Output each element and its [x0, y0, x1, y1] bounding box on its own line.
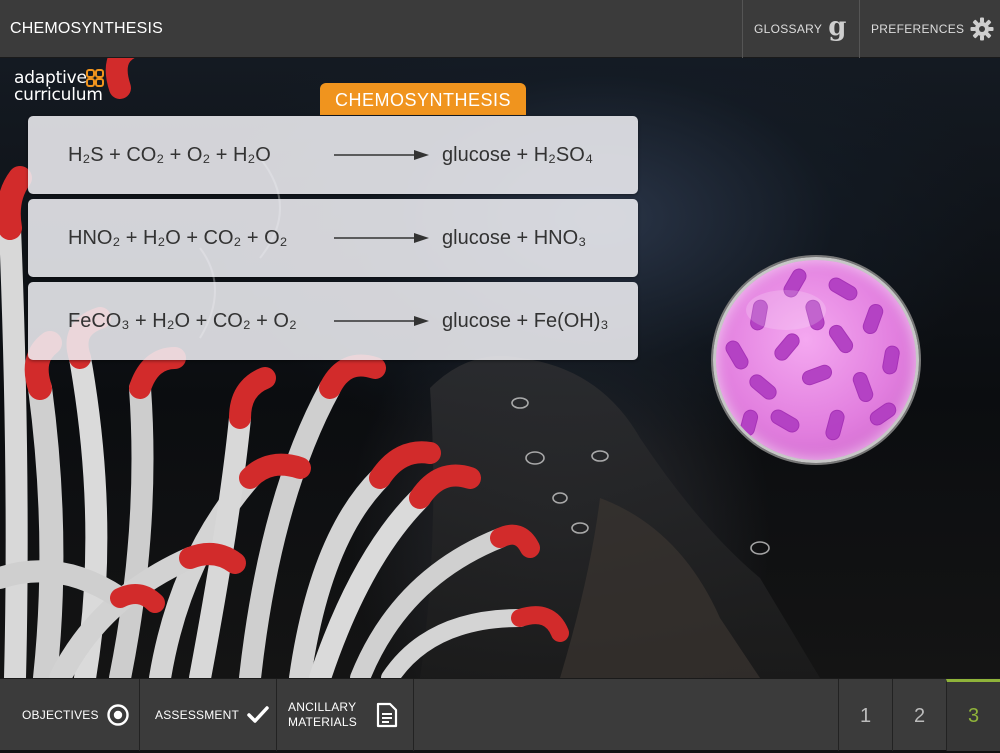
- bacteria-cells-illustration: [725, 268, 900, 441]
- page-2-button[interactable]: 2: [892, 679, 946, 751]
- arrow-icon: [334, 233, 429, 243]
- preferences-button[interactable]: PREFERENCES: [859, 0, 1000, 58]
- glossary-button[interactable]: GLOSSARY g: [742, 0, 859, 58]
- page-1-button[interactable]: 1: [838, 679, 892, 751]
- arrow-icon: [334, 150, 429, 160]
- equation-panel: FeCO₃ + H₂O + CO₂ + O₂ glucose + Fe(OH)₃: [28, 282, 638, 360]
- checkmark-icon: [247, 706, 269, 723]
- assessment-label: ASSESSMENT: [155, 708, 240, 722]
- ancillary-label: ANCILLARY MATERIALS: [288, 700, 357, 729]
- glossary-label: GLOSSARY: [754, 22, 823, 36]
- bacteria-magnification: [713, 257, 919, 463]
- page-title: CHEMOSYNTHESIS: [10, 20, 164, 37]
- hydrothermal-vent-scene: adaptive curriculum CHEMOSYNTHESIS H₂S +…: [0, 58, 1000, 678]
- section-title-tab: CHEMOSYNTHESIS: [320, 83, 526, 115]
- gear-icon: [970, 17, 994, 41]
- equation-products: glucose + H₂SO₄: [442, 144, 593, 166]
- objectives-label: OBJECTIVES: [22, 708, 99, 722]
- bottom-bar: OBJECTIVES ASSESSMENT ANCILLARY MATERIAL…: [0, 678, 1000, 751]
- logo-line2: curriculum: [14, 85, 103, 105]
- arrow-icon: [334, 316, 429, 326]
- equation-products: glucose + Fe(OH)₃: [442, 310, 609, 332]
- equation-reactants: HNO₂ + H₂O + CO₂ + O₂: [68, 227, 288, 249]
- adaptive-curriculum-logo: adaptive curriculum: [14, 69, 104, 105]
- assessment-button[interactable]: ASSESSMENT: [140, 679, 277, 751]
- logo-mark-icon: [86, 69, 104, 87]
- equation-reactants: FeCO₃ + H₂O + CO₂ + O₂: [68, 310, 297, 332]
- glossary-g-icon: g: [828, 12, 847, 42]
- objectives-button[interactable]: OBJECTIVES: [0, 679, 140, 751]
- equation-reactants: H₂S + CO₂ + O₂ + H₂O: [68, 144, 271, 166]
- preferences-label: PREFERENCES: [871, 22, 965, 36]
- equation-panel: H₂S + CO₂ + O₂ + H₂O glucose + H₂SO₄: [28, 116, 638, 194]
- equation-products: glucose + HNO₃: [442, 227, 587, 249]
- top-bar: CHEMOSYNTHESIS GLOSSARY g PREFERENCES: [0, 0, 1000, 58]
- document-icon: [376, 702, 398, 728]
- page-3-button-active[interactable]: 3: [946, 679, 1000, 751]
- target-icon: [106, 704, 129, 726]
- ancillary-materials-button[interactable]: ANCILLARY MATERIALS: [277, 679, 414, 751]
- equation-panel: HNO₂ + H₂O + CO₂ + O₂ glucose + HNO₃: [28, 199, 638, 277]
